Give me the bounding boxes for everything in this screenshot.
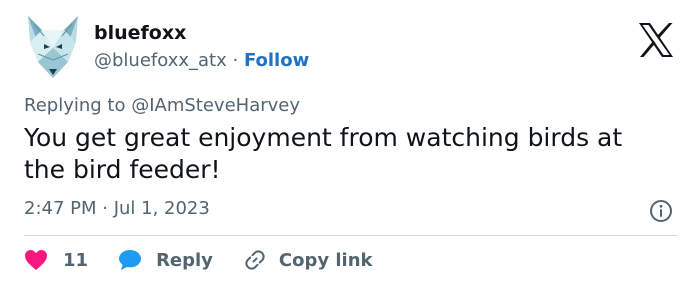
reply-context: Replying to @IAmSteveHarvey [24,95,300,116]
divider [24,235,678,236]
reply-button[interactable]: Reply [118,249,213,271]
link-icon [245,250,265,270]
info-icon[interactable] [649,199,673,223]
copy-link-button[interactable]: Copy link [243,248,373,272]
heart-icon [25,250,47,270]
author-display-name[interactable]: bluefoxx [94,22,186,44]
like-count: 11 [63,249,89,271]
author-handle-row: @bluefoxx_atx · Follow [94,50,309,71]
tweet-text: You get great enjoyment from watching bi… [24,123,623,184]
speech-bubble-icon [119,250,142,270]
action-bar: 11 Reply Copy link [24,246,373,274]
reply-target-handle[interactable]: @IAmSteveHarvey [131,95,300,116]
follow-link[interactable]: Follow [244,50,309,71]
author-avatar[interactable] [24,14,82,80]
author-handle[interactable]: @bluefoxx_atx [94,50,227,71]
tweet-timestamp[interactable]: 2:47 PM · Jul 1, 2023 [24,198,210,219]
reply-label: Reply [156,249,213,271]
copy-link-label: Copy link [278,249,373,271]
fox-avatar-icon [28,16,78,78]
x-logo-icon[interactable] [636,20,676,60]
separator-dot: · [232,50,239,71]
like-button[interactable]: 11 [24,249,88,271]
reply-context-prefix: Replying to [24,95,126,116]
